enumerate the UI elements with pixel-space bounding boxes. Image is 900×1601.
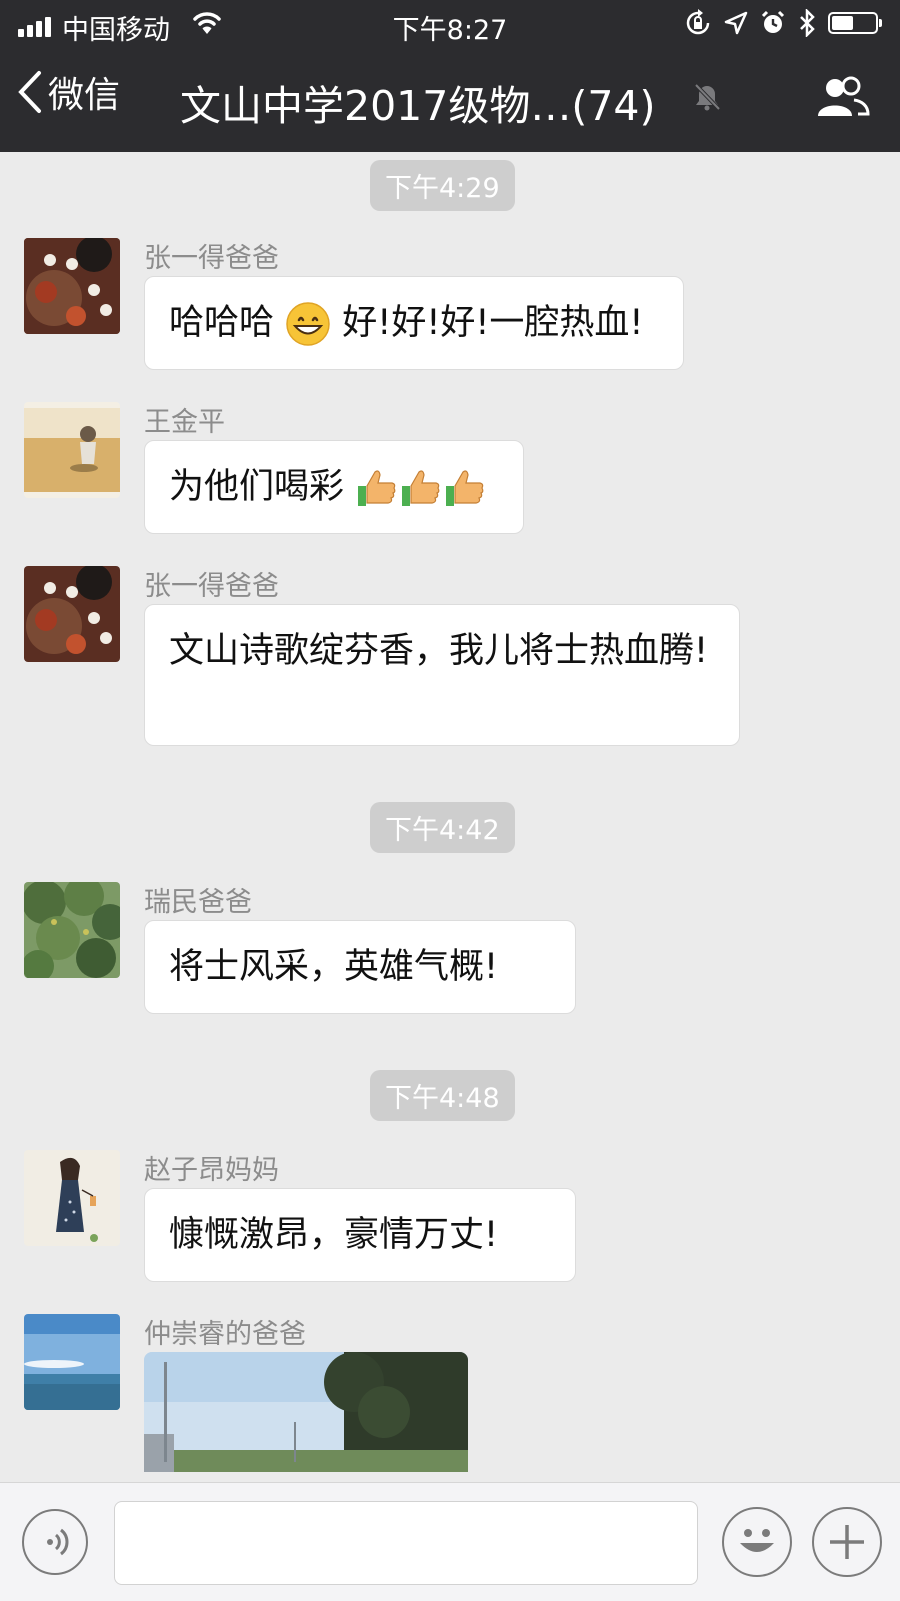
emoji-icon: [740, 1529, 774, 1552]
message-text: 为他们喝彩: [169, 467, 345, 507]
message-text: 慷慨激昂，豪情万丈!: [169, 1215, 499, 1255]
message-list[interactable]: 下午4:29 张一得爸爸 哈哈哈 好!好!好!一腔热血! 王金平 为他们喝彩 张…: [0, 152, 900, 1482]
message-bubble[interactable]: 哈哈哈 好!好!好!一腔热血!: [144, 276, 684, 370]
nav-bar: 微信 文山中学2017级物…(74): [0, 60, 900, 140]
message-bubble[interactable]: 文山诗歌绽芬香，我儿将士热血腾!: [144, 604, 740, 746]
grinning-face-icon: [286, 302, 330, 346]
back-button[interactable]: 微信: [18, 66, 120, 118]
timestamp: 下午4:42: [370, 802, 515, 853]
message-bubble[interactable]: 慷慨激昂，豪情万丈!: [144, 1188, 576, 1282]
timestamp: 下午4:29: [370, 160, 515, 211]
top-bar: 中国移动 下午8:27 微信 文山中学2017级物…(74): [0, 0, 900, 152]
sender-name: 瑞民爸爸: [144, 887, 252, 918]
sender-name: 王金平: [144, 407, 225, 438]
sender-name: 张一得爸爸: [144, 243, 279, 274]
sender-name: 仲崇睿的爸爸: [144, 1319, 306, 1350]
plus-icon: [830, 1525, 864, 1559]
message-text: 文山诗歌绽芬香，我儿将士热血腾!: [169, 631, 709, 671]
status-bar: 中国移动 下午8:27: [0, 0, 900, 50]
avatar[interactable]: [24, 1314, 120, 1410]
thumbs-up-icon: [358, 470, 396, 506]
message-text: 哈哈哈: [169, 303, 275, 343]
sender-name: 张一得爸爸: [144, 571, 279, 602]
location-icon: [724, 11, 748, 35]
sender-name: 赵子昂妈妈: [144, 1155, 279, 1186]
thumbs-up-icon: [446, 470, 484, 506]
message-text-2: 好!好!好!一腔热血!: [342, 303, 644, 343]
back-label: 微信: [48, 75, 121, 116]
message-bubble[interactable]: 将士风采，英雄气概!: [144, 920, 576, 1014]
battery-icon: [828, 12, 882, 34]
group-members-icon[interactable]: [814, 76, 870, 120]
message-bubble[interactable]: 为他们喝彩: [144, 440, 524, 534]
chat-title: 文山中学2017级物…(74): [180, 82, 656, 130]
input-bar: [0, 1482, 900, 1601]
alarm-icon: [761, 10, 785, 33]
mute-bell-icon: [694, 83, 721, 111]
message-text: 将士风采，英雄气概!: [169, 947, 499, 987]
message-input[interactable]: [114, 1501, 698, 1585]
avatar[interactable]: [24, 402, 120, 498]
avatar[interactable]: [24, 882, 120, 978]
voice-button[interactable]: [22, 1509, 88, 1575]
avatar[interactable]: [24, 238, 120, 334]
orientation-lock-icon: [686, 9, 710, 35]
chevron-left-icon: [18, 71, 41, 113]
bluetooth-icon: [800, 9, 815, 37]
avatar[interactable]: [24, 566, 120, 662]
timestamp: 下午4:48: [370, 1070, 515, 1121]
emoji-button[interactable]: [722, 1507, 792, 1577]
image-message[interactable]: [144, 1352, 468, 1472]
voice-icon: [47, 1528, 69, 1556]
thumbs-up-icon: [402, 470, 440, 506]
plus-button[interactable]: [812, 1507, 882, 1577]
avatar[interactable]: [24, 1150, 120, 1246]
